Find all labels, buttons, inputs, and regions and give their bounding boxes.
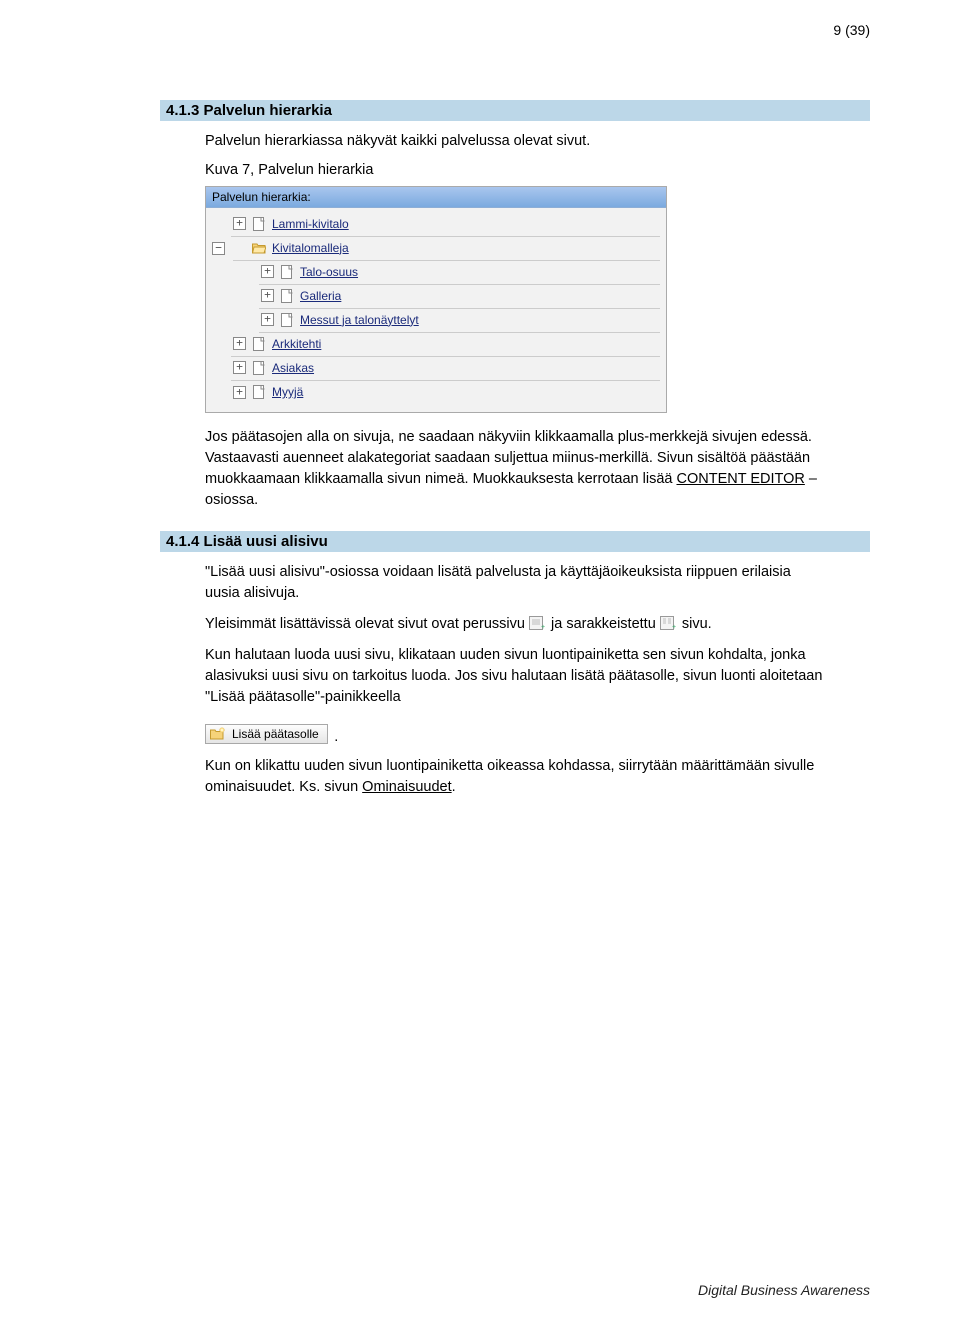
panel-header: Palvelun hierarkia: [206,187,666,208]
expand-spacer [240,291,251,302]
page-icon [252,361,266,375]
tree-row[interactable]: + Asiakas [212,356,660,380]
svg-text:+: + [672,624,676,630]
para-414-2: Yleisimmät lisättävissä olevat sivut ova… [205,614,825,635]
page-number: 9 (39) [833,22,870,38]
section-heading-414: 4.1.4 Lisää uusi alisivu [160,531,870,552]
figure-caption-7: Kuva 7, Palvelun hierarkia [205,162,825,178]
add-toplevel-button[interactable]: Lisää päätasolle [205,724,328,744]
expand-spacer [212,339,223,350]
text-span: . [452,779,456,795]
hierarchy-panel: Palvelun hierarkia: + Lammi-kivitalo − [205,186,667,413]
tree-label[interactable]: Asiakas [272,361,314,375]
tree-row[interactable]: + Messut ja talonäyttelyt [212,308,660,332]
tree-row[interactable]: + Myyjä [212,380,660,404]
tree-label[interactable]: Lammi-kivitalo [272,217,349,231]
tree-row[interactable]: + Lammi-kivitalo [212,212,660,236]
section-heading-413: 4.1.3 Palvelun hierarkia [160,100,870,121]
hierarchy-tree: + Lammi-kivitalo − Kivitalomalleja [206,208,666,412]
text-span: sivu. [682,616,712,632]
expand-icon[interactable]: + [233,361,246,374]
button-label: Lisää päätasolle [232,727,319,741]
expand-spacer [212,363,223,374]
column-page-icon: + [660,616,678,630]
page-icon [252,217,266,231]
tree-row[interactable]: − Kivitalomalleja [212,236,660,260]
expand-spacer [212,387,223,398]
para-414-4: Kun on klikattu uuden sivun luontipainik… [205,756,825,798]
tree-label[interactable]: Talo-osuus [300,265,358,279]
tree-label[interactable]: Galleria [300,289,341,303]
properties-link: Ominaisuudet [362,779,451,795]
page-icon [252,385,266,399]
svg-text:+: + [541,624,545,630]
para-414-1: "Lisää uusi alisivu"-osiossa voidaan lis… [205,562,825,604]
tree-label[interactable]: Kivitalomalleja [272,241,349,255]
expand-spacer [212,219,223,230]
expand-spacer [240,267,251,278]
para-413-1: Palvelun hierarkiassa näkyvät kaikki pal… [205,131,825,152]
expand-icon[interactable]: + [261,265,274,278]
page-icon [252,337,266,351]
text-span: ja sarakkeistettu [551,616,660,632]
tree-label[interactable]: Messut ja talonäyttelyt [300,313,419,327]
tree-row[interactable]: + Galleria [212,284,660,308]
text-span: Yleisimmät lisättävissä olevat sivut ova… [205,616,529,632]
tree-label[interactable]: Myyjä [272,385,303,399]
tree-label[interactable]: Arkkitehti [272,337,321,351]
expand-spacer [235,242,246,253]
basic-page-icon: + [529,616,547,630]
folder-open-icon [252,241,266,255]
footer: Digital Business Awareness [698,1282,870,1298]
expand-icon[interactable]: + [261,313,274,326]
page-icon [280,265,294,279]
collapse-icon[interactable]: − [212,242,225,255]
new-folder-icon [210,727,226,741]
para-414-3: Kun halutaan luoda uusi sivu, klikataan … [205,645,825,708]
period: . [334,729,338,745]
expand-spacer [240,315,251,326]
expand-icon[interactable]: + [233,386,246,399]
page-icon [280,313,294,327]
tree-row[interactable]: + Talo-osuus [212,260,660,284]
tree-row[interactable]: + Arkkitehti [212,332,660,356]
expand-icon[interactable]: + [233,217,246,230]
content-editor-link: CONTENT EDITOR [676,471,804,487]
text-span: Kun on klikattu uuden sivun luontipainik… [205,758,814,795]
para-413-2: Jos päätasojen alla on sivuja, ne saadaa… [205,427,825,511]
expand-icon[interactable]: + [233,337,246,350]
page-icon [280,289,294,303]
expand-icon[interactable]: + [261,289,274,302]
